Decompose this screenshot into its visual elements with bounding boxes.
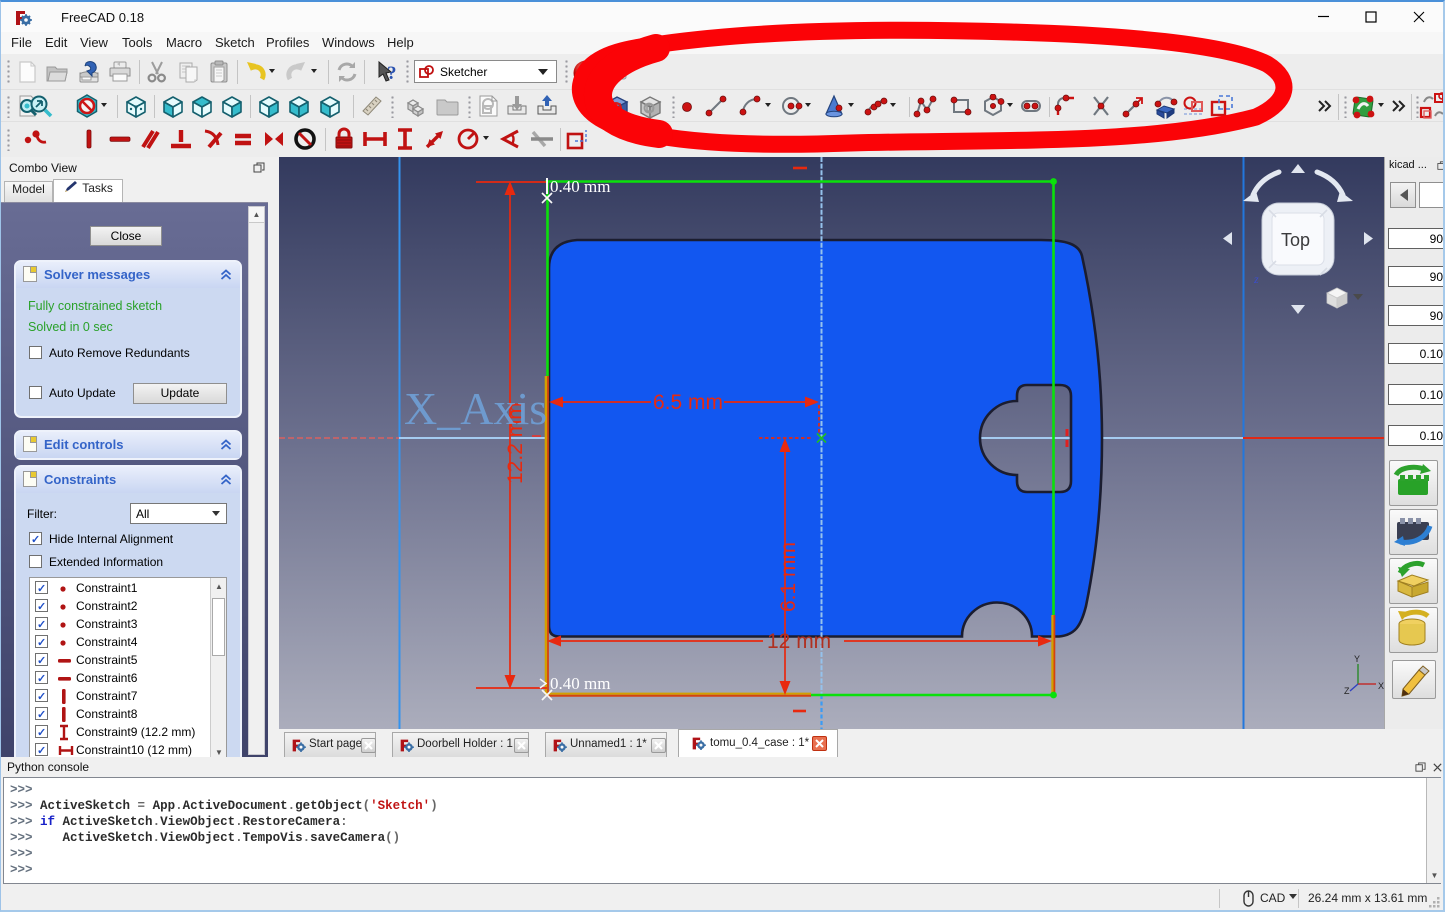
svg-text:0.40 mm: 0.40 mm bbox=[550, 177, 610, 196]
svg-text:12 mm: 12 mm bbox=[767, 630, 831, 653]
svg-text:z: z bbox=[1253, 272, 1259, 286]
svg-text:Z: Z bbox=[1344, 686, 1350, 696]
svg-text:Y: Y bbox=[1354, 654, 1360, 664]
svg-text:X_Axis: X_Axis bbox=[404, 383, 547, 434]
svg-text:6.1 mm: 6.1 mm bbox=[777, 542, 800, 612]
svg-text:?: ? bbox=[387, 63, 397, 84]
svg-text:0.40 mm: 0.40 mm bbox=[550, 674, 610, 693]
svg-text:Top: Top bbox=[1281, 230, 1310, 250]
svg-text:6.5 mm: 6.5 mm bbox=[653, 391, 723, 414]
